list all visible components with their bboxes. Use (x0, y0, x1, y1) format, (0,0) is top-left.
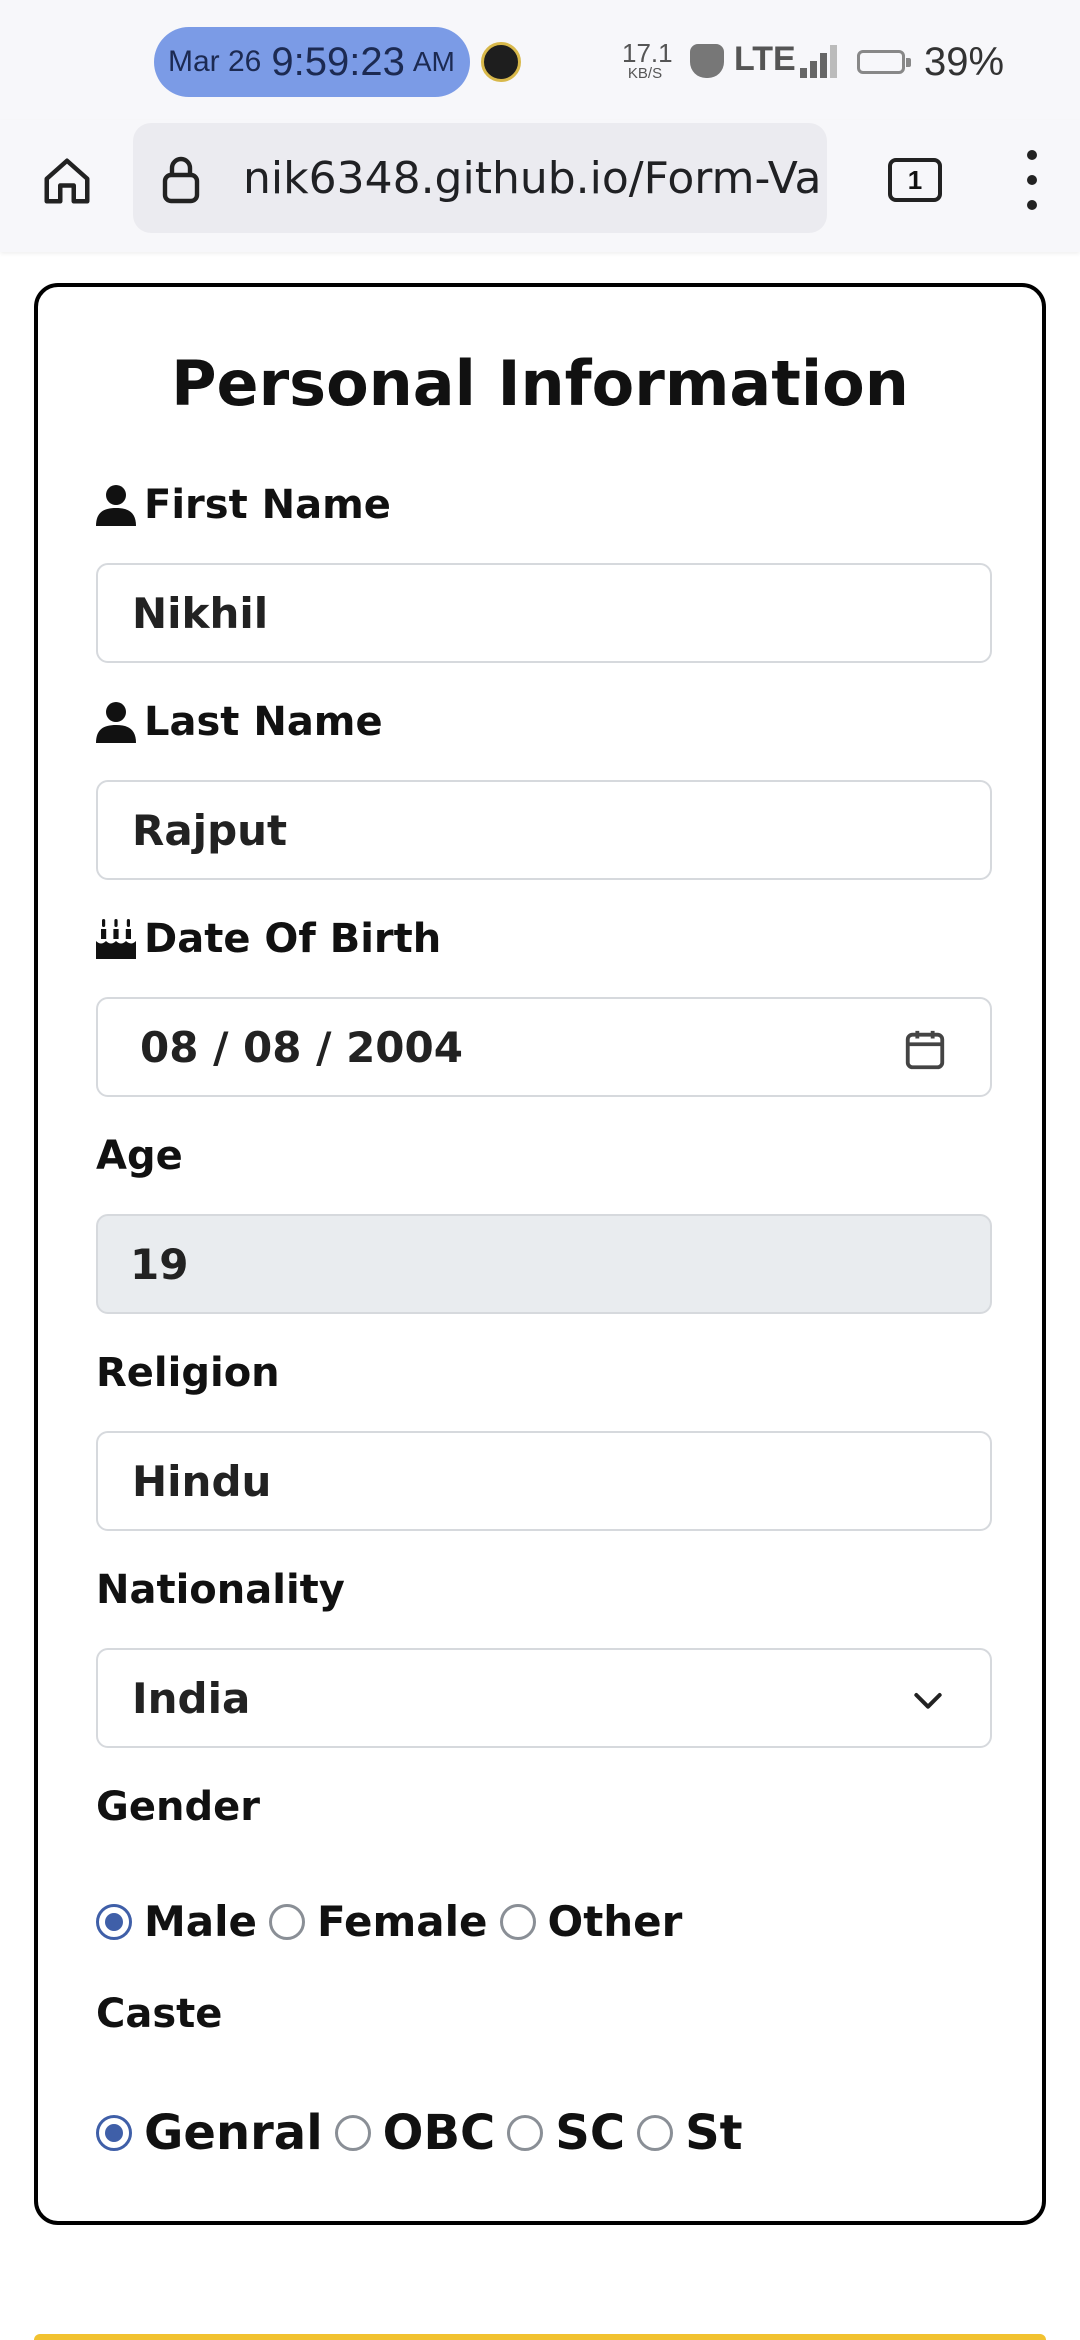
time-pill: Mar 26 9:59:23 AM (154, 27, 470, 97)
age-label: Age (96, 1133, 183, 1179)
last-name-input[interactable]: Rajput (96, 780, 992, 880)
dob-input[interactable]: 08 / 08 / 2004 (96, 997, 992, 1097)
nationality-value: India (132, 1673, 251, 1723)
more-menu-button[interactable] (1010, 150, 1054, 210)
gender-option-female[interactable]: Female (269, 1897, 488, 1946)
network-type: LTE (734, 40, 796, 78)
chevron-down-icon (914, 1693, 942, 1709)
gender-label-text: Gender (96, 1784, 260, 1830)
caste-obc-radio[interactable] (334, 2115, 371, 2151)
gender-option-other[interactable]: Other (499, 1897, 683, 1946)
status-time: 9:59:23 (271, 39, 405, 84)
tab-switcher-button[interactable]: 1 (888, 158, 942, 202)
user-icon (96, 702, 136, 743)
religion-label-text: Religion (96, 1350, 280, 1396)
caste-option-obc[interactable]: OBC (334, 2105, 496, 2161)
personal-info-card: Personal Information First Name Nikhil L… (34, 283, 1046, 2225)
user-icon (96, 485, 136, 526)
gender-female-label: Female (317, 1897, 488, 1946)
caste-label-text: Caste (96, 1991, 223, 2037)
gender-other-label: Other (547, 1897, 683, 1946)
first-name-label: First Name (96, 482, 391, 528)
dob-value: 08 / 08 / 2004 (140, 1022, 463, 1072)
caste-general-radio[interactable] (96, 2115, 132, 2151)
gender-other-radio[interactable] (499, 1903, 536, 1940)
nationality-select[interactable]: India (96, 1648, 992, 1748)
age-value: 19 (130, 1239, 189, 1289)
caste-option-st[interactable]: St (637, 2105, 743, 2161)
browser-toolbar: nik6348.github.io/Form-Validation 1 (0, 120, 1080, 252)
form-title: Personal Information (171, 347, 909, 420)
first-name-label-text: First Name (144, 482, 391, 528)
status-ampm: AM (412, 46, 455, 77)
signal-icon (800, 44, 840, 78)
first-name-input[interactable]: Nikhil (96, 563, 992, 663)
home-button[interactable] (32, 146, 102, 216)
age-label-text: Age (96, 1133, 183, 1179)
calendar-icon[interactable] (902, 1027, 948, 1073)
gender-male-radio[interactable] (96, 1903, 132, 1940)
caste-option-sc[interactable]: SC (507, 2105, 625, 2161)
app-notification-icon (481, 42, 521, 82)
caste-sc-radio[interactable] (507, 2115, 544, 2151)
last-name-label-text: Last Name (144, 699, 383, 745)
lock-icon (162, 156, 200, 204)
religion-input[interactable]: Hindu (96, 1431, 992, 1531)
caste-radio-group: Genral OBC SC St (96, 2105, 755, 2161)
gender-female-radio[interactable] (269, 1903, 306, 1940)
last-name-value: Rajput (132, 805, 288, 855)
caste-st-radio[interactable] (637, 2115, 674, 2151)
next-section-edge (34, 2334, 1046, 2340)
gender-option-male[interactable]: Male (96, 1897, 257, 1946)
caste-st-label: St (685, 2105, 743, 2161)
gender-male-label: Male (144, 1897, 258, 1946)
birthday-cake-icon (96, 919, 136, 959)
network-speed: 17.1 KB/S (622, 38, 673, 82)
vpn-icon (690, 44, 724, 78)
caste-option-general[interactable]: Genral (96, 2105, 323, 2161)
religion-value: Hindu (132, 1456, 272, 1506)
dob-label: Date Of Birth (96, 916, 441, 962)
battery-percent: 39% (924, 40, 1005, 84)
nationality-label: Nationality (96, 1567, 345, 1613)
first-name-value: Nikhil (132, 588, 269, 638)
caste-obc-label: OBC (382, 2105, 496, 2161)
age-input: 19 (96, 1214, 992, 1314)
last-name-label: Last Name (96, 699, 383, 745)
caste-general-label: Genral (144, 2105, 323, 2161)
battery-icon (857, 50, 911, 74)
dob-label-text: Date Of Birth (144, 916, 442, 962)
nationality-label-text: Nationality (96, 1567, 345, 1613)
religion-label: Religion (96, 1350, 280, 1396)
address-bar[interactable]: nik6348.github.io/Form-Validation (133, 123, 827, 233)
home-icon (44, 158, 90, 204)
gender-radio-group: Male Female Other (96, 1897, 694, 1946)
caste-label: Caste (96, 1991, 222, 2037)
network-speed-unit: KB/S (627, 65, 663, 82)
caste-sc-label: SC (555, 2105, 626, 2161)
network-speed-value: 17.1 (622, 38, 673, 68)
url-text: nik6348.github.io/Form-Validation (243, 153, 823, 204)
status-date: Mar 26 (168, 45, 262, 78)
status-bar: Mar 26 9:59:23 AM 17.1 KB/S LTE 39% (0, 0, 1080, 120)
gender-label: Gender (96, 1784, 260, 1830)
